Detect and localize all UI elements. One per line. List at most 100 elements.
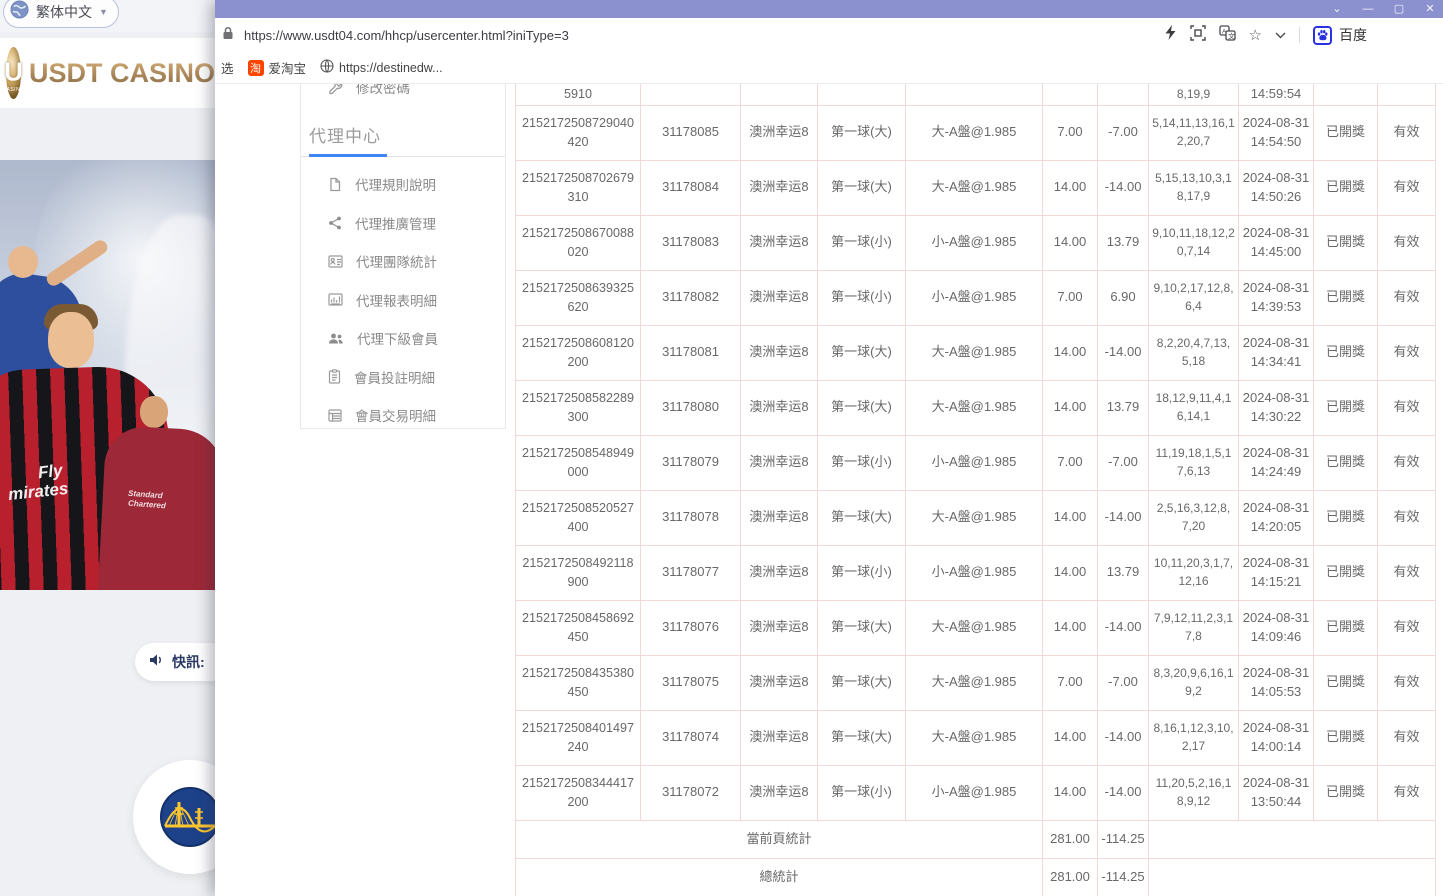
- period-cell: 31178082: [641, 270, 741, 325]
- maximize-button[interactable]: ▢: [1392, 0, 1406, 18]
- screenshot-icon[interactable]: [1190, 25, 1206, 46]
- period-cell: 31178081: [641, 325, 741, 380]
- table-row: 215217250872904042031178085澳洲幸运8第一球(大)大-…: [516, 105, 1436, 160]
- status-cell: 已開獎: [1314, 765, 1378, 820]
- flash-icon[interactable]: [1164, 25, 1177, 45]
- sidebar-item-3[interactable]: 代理團隊統計: [301, 242, 505, 281]
- order-cell: 2152172508670088020: [516, 215, 641, 270]
- amount-cell: 14.00: [1043, 765, 1098, 820]
- sidebar-item-label: 代理下級會員: [357, 328, 438, 348]
- table-row: 215217250834441720031178072澳洲幸运8第一球(小)小-…: [516, 765, 1436, 820]
- divider: [301, 156, 505, 157]
- logo-monogram: U: [4, 56, 23, 87]
- language-selector[interactable]: 繁体中文 ▼: [3, 0, 119, 28]
- bet-content-cell: 大-A盤@1.985: [906, 380, 1043, 435]
- bookmark-item[interactable]: https://destinedw...: [320, 59, 443, 76]
- close-button[interactable]: ✕: [1423, 0, 1437, 18]
- bookmark-star-icon[interactable]: ☆: [1249, 26, 1262, 44]
- time-cell: 2024-08-3114:15:21: [1239, 545, 1314, 600]
- table-cell: [818, 84, 906, 105]
- site-logo[interactable]: U CASINO USDT CASINO: [0, 38, 215, 108]
- order-cell: 2152172508702679310: [516, 160, 641, 215]
- bet-content-cell: 小-A盤@1.985: [906, 215, 1043, 270]
- bet-content-cell: 小-A盤@1.985: [906, 435, 1043, 490]
- translate-icon[interactable]: 文A: [1219, 25, 1236, 46]
- news-ticker-label: 快訊:: [172, 652, 205, 672]
- sidebar-item-clipped[interactable]: 修改密碼: [301, 84, 505, 99]
- play-cell: 第一球(大): [818, 710, 906, 765]
- amount-cell: 14.00: [1043, 160, 1098, 215]
- game-cell: 澳洲幸运8: [741, 600, 818, 655]
- minimize-button[interactable]: —: [1361, 0, 1375, 18]
- game-cell: 澳洲幸运8: [741, 325, 818, 380]
- game-cell: 澳洲幸运8: [741, 545, 818, 600]
- taobao-icon: 淘: [248, 60, 264, 76]
- sidebar-item-4[interactable]: 代理報表明細: [301, 281, 505, 320]
- amount-cell: 7.00: [1043, 270, 1098, 325]
- table-cell: [1043, 84, 1098, 105]
- amount-cell: 14.00: [1043, 325, 1098, 380]
- sidebar-item-2[interactable]: 代理推廣管理: [301, 204, 505, 243]
- table-row: 215217250867008802031178083澳洲幸运8第一球(小)小-…: [516, 215, 1436, 270]
- bookmarks-bar: 选 淘 爱淘宝 https://destinedw...: [215, 52, 1443, 84]
- period-cell: 31178080: [641, 380, 741, 435]
- order-cell: 2152172508520527400: [516, 490, 641, 545]
- footer-amount-cell: 281.00: [1043, 820, 1098, 858]
- table-footer-row: 當前頁統計281.00-114.25: [516, 820, 1436, 858]
- sidebar-item-6[interactable]: 會員投註明細: [301, 358, 505, 397]
- valid-cell: 有效: [1378, 490, 1436, 545]
- browser-titlebar[interactable]: ⌄ — ▢ ✕: [215, 0, 1443, 18]
- bet-records-table: 59108,19,914:59:542152172508729040420311…: [515, 84, 1435, 896]
- valid-cell: 有效: [1378, 655, 1436, 710]
- search-engine-label[interactable]: 百度: [1339, 25, 1367, 45]
- bet-content-cell: 大-A盤@1.985: [906, 710, 1043, 765]
- sidebar-item-label: 代理規則說明: [355, 174, 436, 194]
- status-cell: 已開獎: [1314, 270, 1378, 325]
- table-cell: [641, 84, 741, 105]
- order-cell: 2152172508401497240: [516, 710, 641, 765]
- status-cell: 已開獎: [1314, 215, 1378, 270]
- order-cell: 5910: [516, 84, 641, 105]
- valid-cell: 有效: [1378, 105, 1436, 160]
- bookmark-item[interactable]: 选: [221, 58, 234, 77]
- game-cell: 澳洲幸运8: [741, 105, 818, 160]
- play-cell: 第一球(小): [818, 215, 906, 270]
- time-cell: 2024-08-3114:09:46: [1239, 600, 1314, 655]
- order-cell: 2152172508608120200: [516, 325, 641, 380]
- url-text[interactable]: https://www.usdt04.com/hhcp/usercenter.h…: [244, 28, 569, 43]
- period-cell: 31178083: [641, 215, 741, 270]
- active-underline: [309, 154, 387, 157]
- collapse-toolbar-icon[interactable]: ⌄: [1330, 0, 1344, 18]
- order-cell: 2152172508729040420: [516, 105, 641, 160]
- order-cell: 2152172508435380450: [516, 655, 641, 710]
- order-cell: 2152172508492118900: [516, 545, 641, 600]
- toolbar-chevron-icon[interactable]: [1275, 26, 1286, 44]
- game-cell: 澳洲幸运8: [741, 490, 818, 545]
- result-cell: 8,2,20,4,7,13,5,18: [1149, 325, 1239, 380]
- bet-content-cell: 大-A盤@1.985: [906, 600, 1043, 655]
- result-cell: 11,19,18,1,5,17,6,13: [1149, 435, 1239, 490]
- sidebar-item-label: 代理推廣管理: [355, 213, 436, 233]
- time-cell: 2024-08-3114:00:14: [1239, 710, 1314, 765]
- time-cell: 2024-08-3114:05:53: [1239, 655, 1314, 710]
- address-bar[interactable]: https://www.usdt04.com/hhcp/usercenter.h…: [215, 18, 1443, 52]
- sidebar-item-5[interactable]: 代理下級會員: [301, 319, 505, 358]
- game-cell: 澳洲幸运8: [741, 435, 818, 490]
- play-cell: 第一球(大): [818, 105, 906, 160]
- result-cell: 9,10,2,17,12,8,6,4: [1149, 270, 1239, 325]
- sidebar-item-7[interactable]: 會員交易明細: [301, 396, 505, 429]
- result-cell: 5,14,11,13,16,12,20,7: [1149, 105, 1239, 160]
- result-cell: 7,9,12,11,2,3,17,8: [1149, 600, 1239, 655]
- time-cell: 2024-08-3114:39:53: [1239, 270, 1314, 325]
- winloss-cell: -7.00: [1098, 655, 1149, 710]
- bookmark-item-taobao[interactable]: 淘 爱淘宝: [248, 58, 307, 77]
- winloss-cell: -14.00: [1098, 765, 1149, 820]
- winloss-cell: -7.00: [1098, 435, 1149, 490]
- order-cell: 2152172508548949000: [516, 435, 641, 490]
- baidu-icon[interactable]: [1313, 26, 1332, 45]
- play-cell: 第一球(大): [818, 325, 906, 380]
- bet-content-cell: 大-A盤@1.985: [906, 490, 1043, 545]
- table-row: 215217250858228930031178080澳洲幸运8第一球(大)大-…: [516, 380, 1436, 435]
- amount-cell: 14.00: [1043, 710, 1098, 765]
- sidebar-item-1[interactable]: 代理規則說明: [301, 165, 505, 204]
